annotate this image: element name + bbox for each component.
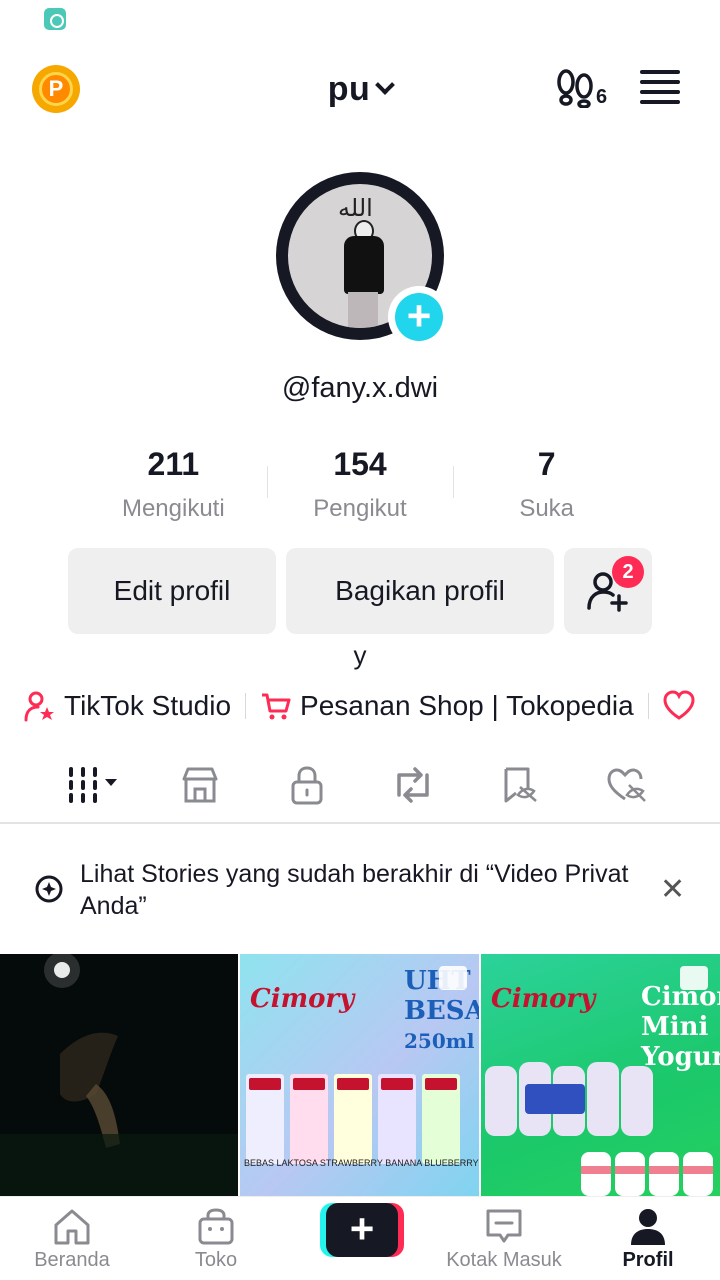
plus-icon: + (395, 293, 443, 341)
story-plus-icon (35, 875, 63, 903)
lock-icon (291, 766, 323, 805)
profile-bio: y (353, 640, 367, 670)
nav-inbox[interactable]: Kotak Masuk (432, 1205, 576, 1272)
more-link[interactable] (663, 686, 703, 726)
stat-followers-value: 154 (333, 446, 387, 482)
inbox-icon (486, 1209, 522, 1243)
nav-profile[interactable]: Profil (576, 1205, 720, 1272)
stat-followers-label: Pengikut (313, 495, 407, 522)
repost-icon (397, 767, 430, 803)
account-switcher[interactable]: pu (0, 70, 720, 109)
nav-shop-label: Toko (194, 1249, 238, 1271)
user-star-icon (24, 691, 54, 722)
account-username: pu (327, 70, 371, 108)
stat-following-value: 211 (147, 446, 200, 482)
tab-liked[interactable] (597, 757, 657, 813)
tab-favorites[interactable] (490, 757, 550, 813)
tiktok-studio-label: TikTok Studio (64, 690, 232, 721)
stat-followers[interactable]: 154 Pengikut (266, 446, 454, 526)
status-app-icon (44, 8, 66, 30)
add-friends-button[interactable]: 2 (564, 548, 652, 634)
plus-icon: + (326, 1203, 398, 1257)
liked-icon (607, 768, 646, 802)
stat-following-label: Mengikuti (121, 495, 225, 522)
home-icon (54, 1209, 90, 1245)
flavor-labels: BEBAS LAKTOSA STRAWBERRY BANANA BLUEBERR… (244, 1158, 479, 1168)
photo-post-icon (439, 966, 467, 990)
top-bar: P pu 6 (0, 60, 720, 120)
chevron-down-icon (375, 75, 396, 95)
menu-icon[interactable] (640, 70, 680, 104)
add-story-button[interactable]: + (388, 286, 450, 348)
dark-photo-thumbnail (0, 954, 238, 1196)
create-button[interactable]: + (320, 1203, 404, 1257)
stat-likes-label: Suka (519, 495, 575, 522)
tab-reposts[interactable] (383, 757, 443, 813)
cart-icon (262, 693, 291, 720)
nav-home[interactable]: Beranda (0, 1205, 144, 1272)
profile-handle: @fany.x.dwi (281, 372, 439, 404)
heart-icon (663, 690, 695, 720)
tab-private[interactable] (277, 757, 337, 813)
video-grid: Cimory UHT BESAR 250ml BEBAS LAKTOSA STR… (0, 954, 720, 1196)
orders-label: Pesanan Shop | Tokopedia (300, 690, 634, 721)
profile-tabs (0, 748, 720, 824)
profile-stats: 211 Mengikuti 154 Pengikut 7 Suka (80, 446, 640, 526)
brand-logo: Cimory (250, 984, 355, 1014)
profile-actions: Edit profil Bagikan profil 2 (68, 548, 652, 634)
tab-videos[interactable] (63, 757, 123, 813)
nav-home-label: Beranda (34, 1249, 110, 1271)
stat-likes-value: 7 (537, 446, 556, 482)
share-profile-button[interactable]: Bagikan profil (286, 548, 554, 634)
tiktok-studio-link[interactable]: TikTok Studio (24, 686, 231, 726)
profile-icon (631, 1209, 665, 1245)
promo-line: BESAR (404, 996, 479, 1026)
video-thumbnail[interactable]: Cimory Cimory Mini Yogurt (481, 954, 720, 1196)
nav-inbox-label: Kotak Masuk (446, 1249, 562, 1271)
shop-icon (182, 767, 218, 803)
promo-line: 250ml (404, 1029, 475, 1053)
video-thumbnail[interactable] (0, 954, 238, 1196)
stories-banner[interactable]: Lihat Stories yang sudah berakhir di “Vi… (0, 852, 720, 924)
edit-profile-button[interactable]: Edit profil (68, 548, 276, 634)
close-icon[interactable]: ✕ (660, 872, 685, 907)
video-thumbnail[interactable]: Cimory UHT BESAR 250ml BEBAS LAKTOSA STR… (240, 954, 479, 1196)
stat-following[interactable]: 211 Mengikuti (80, 446, 267, 526)
shopping-bag-icon (198, 1208, 234, 1245)
nav-shop[interactable]: Toko (144, 1205, 288, 1272)
stat-likes[interactable]: 7 Suka (453, 446, 640, 526)
bottom-nav: Beranda Toko + Kotak Masuk Profil (0, 1196, 720, 1280)
yogurt-bottles (485, 1062, 713, 1196)
avatar-caption: الله (338, 195, 373, 222)
footprint-count: 6 (596, 86, 608, 108)
tab-shop[interactable] (170, 757, 230, 813)
profile-links: TikTok Studio Pesanan Shop | Tokopedia (24, 686, 720, 726)
nav-profile-label: Profil (622, 1249, 674, 1271)
stories-banner-text: Lihat Stories yang sudah berakhir di “Vi… (80, 860, 629, 920)
grid-icon (69, 767, 118, 803)
orders-link[interactable]: Pesanan Shop | Tokopedia (260, 686, 634, 726)
friend-request-badge: 2 (612, 556, 644, 588)
bookmark-icon (504, 767, 537, 803)
